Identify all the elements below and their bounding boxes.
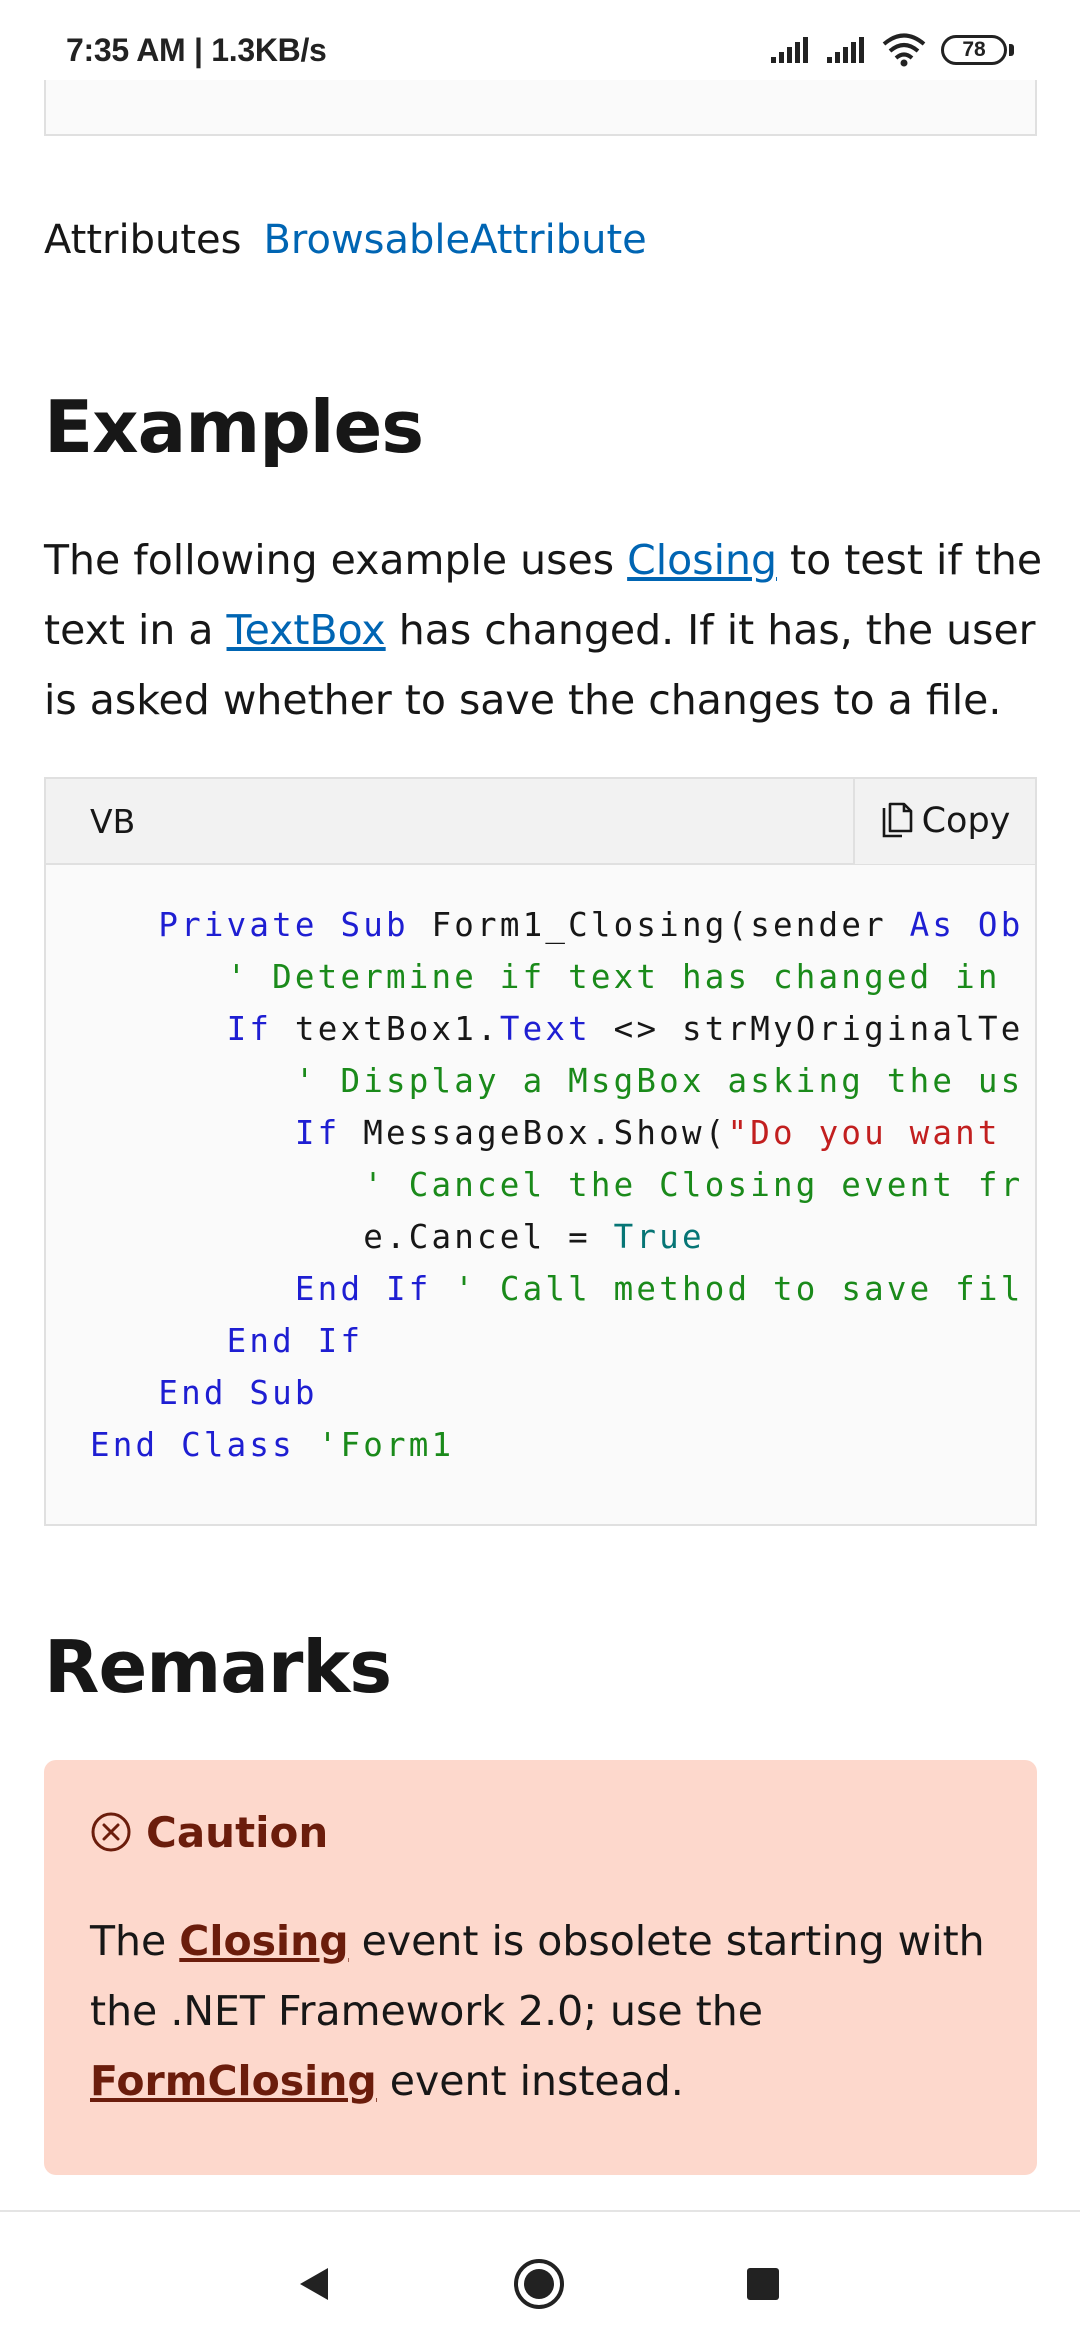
status-icons: 78 bbox=[769, 33, 1014, 67]
code-token: MessageBox.Show( bbox=[340, 1114, 728, 1152]
caution-alert: Caution The Closing event is obsolete st… bbox=[44, 1760, 1037, 2175]
back-triangle-icon bbox=[300, 2268, 328, 2300]
battery-level: 78 bbox=[941, 35, 1007, 65]
code-token: If bbox=[226, 1010, 273, 1048]
closing-link[interactable]: Closing bbox=[627, 536, 777, 584]
back-button[interactable] bbox=[286, 2256, 342, 2312]
caution-circle-x-icon bbox=[91, 1812, 131, 1852]
textbox-link[interactable]: TextBox bbox=[227, 606, 386, 654]
code-token: "Do you want bbox=[727, 1114, 1024, 1152]
code-line: ' Determine if text has changed in bbox=[46, 951, 1035, 1003]
code-token: As Ob bbox=[909, 906, 1024, 944]
recent-apps-button[interactable] bbox=[735, 2256, 791, 2312]
home-circle-icon bbox=[514, 2259, 564, 2309]
code-language: VB bbox=[90, 801, 136, 841]
code-token: If bbox=[294, 1114, 341, 1152]
code-token: End Class bbox=[90, 1426, 295, 1464]
code-token: ' Determine if text has changed in bbox=[226, 958, 1001, 996]
caution-text: The Closing event is obsolete starting w… bbox=[90, 1906, 991, 2116]
browsable-attribute-link[interactable]: BrowsableAttribute bbox=[263, 217, 646, 263]
recent-square-icon bbox=[747, 2268, 779, 2300]
code-token: ' Display a MsgBox asking the us bbox=[294, 1062, 1024, 1100]
code-token: Private Sub bbox=[158, 906, 409, 944]
copy-icon bbox=[882, 802, 912, 838]
copy-label: Copy bbox=[921, 801, 1011, 841]
code-token: textBox1. bbox=[272, 1010, 500, 1048]
code-line: End If ' Call method to save fil bbox=[46, 1263, 1035, 1315]
navigation-bar bbox=[0, 2210, 1080, 2340]
caution-title-text: Caution bbox=[146, 1807, 329, 1857]
examples-heading: Examples bbox=[44, 385, 424, 469]
code-token: ' Cancel the Closing event fr bbox=[363, 1166, 1024, 1204]
code-token: End If bbox=[294, 1270, 432, 1308]
code-header: VB Copy bbox=[46, 779, 1035, 865]
formclosing-link[interactable]: FormClosing bbox=[90, 2057, 377, 2105]
caution-text-1: The bbox=[90, 1917, 180, 1965]
code-token: End If bbox=[226, 1322, 364, 1360]
code-line: ' Cancel the Closing event fr bbox=[46, 1159, 1035, 1211]
code-line: Private Sub Form1_Closing(sender As Ob bbox=[46, 899, 1035, 951]
remarks-heading: Remarks bbox=[44, 1625, 392, 1709]
examples-description: The following example uses Closing to te… bbox=[44, 525, 1044, 735]
code-line: ' Display a MsgBox asking the us bbox=[46, 1055, 1035, 1107]
code-token: 'Form1 bbox=[317, 1426, 455, 1464]
attributes-label: Attributes bbox=[44, 217, 242, 263]
code-token: Form1_Closing(sender bbox=[408, 906, 910, 944]
code-token: Text bbox=[499, 1010, 591, 1048]
signal-icon bbox=[771, 37, 808, 63]
copy-button[interactable]: Copy bbox=[853, 779, 1035, 864]
code-line: e.Cancel = True bbox=[46, 1211, 1035, 1263]
code-token: True bbox=[613, 1218, 705, 1256]
battery-indicator: 78 bbox=[941, 35, 1014, 65]
code-line: End If bbox=[46, 1315, 1035, 1367]
code-line: End Class 'Form1 bbox=[46, 1419, 1035, 1471]
wifi-icon bbox=[882, 33, 926, 67]
code-token: <> strMyOriginalTe bbox=[590, 1010, 1024, 1048]
home-button[interactable] bbox=[511, 2256, 567, 2312]
caution-title: Caution bbox=[90, 1800, 991, 1864]
code-line: End Sub bbox=[46, 1367, 1035, 1419]
code-token: e.Cancel = bbox=[90, 1218, 614, 1256]
code-body: Private Sub Form1_Closing(sender As Ob '… bbox=[46, 865, 1035, 1471]
previous-section-box bbox=[44, 80, 1037, 136]
code-line: If textBox1.Text <> strMyOriginalTe bbox=[46, 1003, 1035, 1055]
examples-text-1: The following example uses bbox=[44, 536, 628, 584]
caution-text-3: event instead. bbox=[376, 2057, 684, 2105]
attributes-row: Attributes BrowsableAttribute bbox=[44, 212, 647, 268]
code-block[interactable]: VB Copy Private Sub Form1_Closing(sender… bbox=[44, 777, 1037, 1526]
code-token: ' Call method to save fil bbox=[454, 1270, 1024, 1308]
code-line: If MessageBox.Show("Do you want bbox=[46, 1107, 1035, 1159]
code-token: End Sub bbox=[158, 1374, 318, 1412]
status-time-speed: 7:35 AM | 1.3KB/s bbox=[66, 31, 327, 68]
closing-link-caution[interactable]: Closing bbox=[179, 1917, 348, 1965]
signal-icon bbox=[827, 37, 864, 63]
